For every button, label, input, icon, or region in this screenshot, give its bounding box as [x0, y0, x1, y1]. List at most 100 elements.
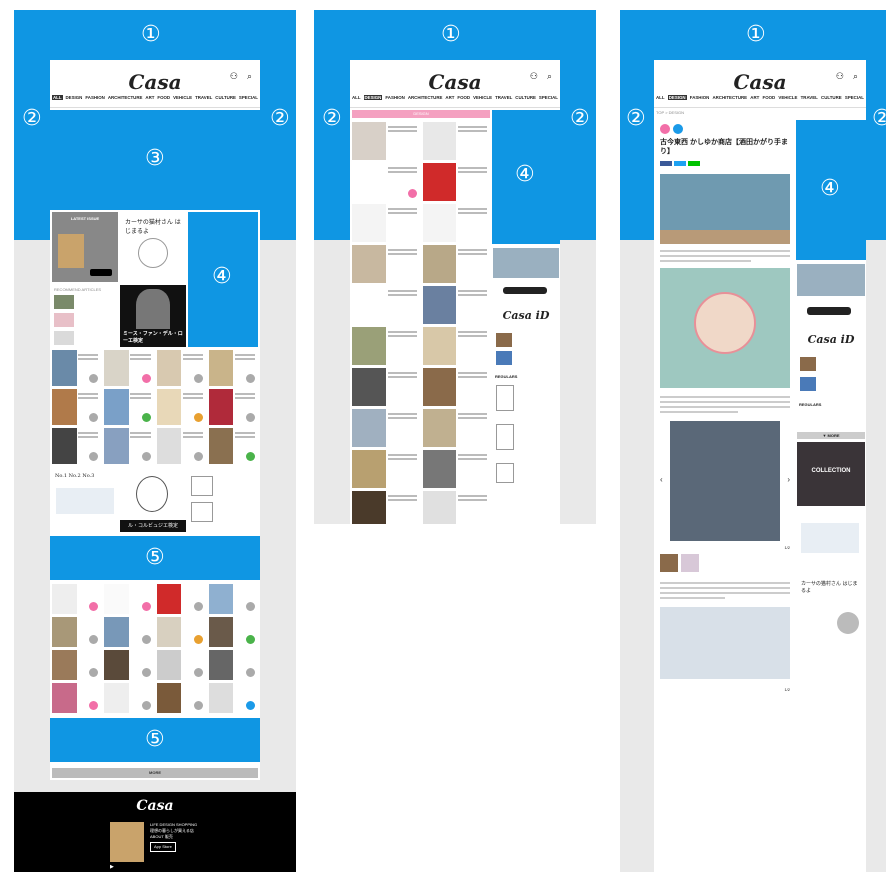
nekomura-promo-card[interactable]: カーサの猫村さん はじまるよ — [797, 576, 865, 640]
sidebar-photo[interactable] — [797, 264, 865, 296]
footer-play-icon[interactable]: ▶ — [110, 864, 114, 870]
nav-item-vehicle[interactable]: VEHICLE — [173, 95, 192, 100]
nav-item-all[interactable]: ALL — [656, 95, 665, 100]
sketch-article-card[interactable] — [188, 470, 258, 532]
article-card[interactable] — [422, 204, 490, 242]
article-card[interactable] — [352, 450, 420, 488]
feed-card[interactable] — [52, 584, 102, 614]
feed-card[interactable] — [208, 617, 258, 647]
nav-item-fashion[interactable]: FASHION — [385, 95, 405, 100]
nav-item-architecture[interactable]: ARCHITECTURE — [712, 95, 747, 100]
category-tab[interactable]: DESIGN — [352, 110, 490, 118]
article-card[interactable] — [352, 122, 420, 160]
feed-card[interactable] — [104, 617, 154, 647]
nav-item-vehicle[interactable]: VEHICLE — [473, 95, 492, 100]
category-badge[interactable] — [673, 124, 683, 134]
feed-card[interactable] — [156, 650, 206, 680]
article-card[interactable] — [422, 163, 490, 201]
regular-card[interactable] — [493, 459, 559, 489]
nav-item-food[interactable]: FOOD — [457, 95, 470, 100]
app-store-badge[interactable] — [90, 269, 112, 276]
feed-card[interactable] — [208, 650, 258, 680]
nav-item-food[interactable]: FOOD — [157, 95, 170, 100]
gallery-thumb[interactable] — [681, 553, 699, 572]
corbu-promo-card[interactable]: ル・コルビュジエ検定 — [120, 470, 186, 532]
nav-item-design[interactable]: DESIGN — [363, 94, 383, 100]
article-card[interactable] — [422, 491, 490, 524]
recommend-thumb[interactable] — [54, 295, 74, 309]
casa-id-card[interactable]: Casa iD — [493, 309, 559, 369]
recommend-thumb[interactable] — [54, 331, 74, 345]
article-card[interactable] — [352, 491, 420, 524]
nav-item-food[interactable]: FOOD — [763, 95, 776, 100]
nav-item-travel[interactable]: TRAVEL — [801, 95, 818, 100]
ranking-promo-card[interactable] — [797, 509, 865, 573]
login-icon[interactable]: ⚇ — [230, 72, 238, 82]
ranking-promo-card[interactable]: No.1 No.2 No.3 — [52, 470, 118, 532]
twitter-share-button[interactable] — [674, 160, 686, 166]
more-button[interactable]: MORE — [52, 768, 258, 778]
facebook-share-button[interactable] — [660, 160, 672, 166]
sidebar-more-button[interactable]: ▼ MORE — [797, 432, 865, 439]
nav-item-all[interactable]: ALL — [52, 94, 63, 100]
article-card[interactable] — [52, 350, 102, 386]
collection-card[interactable]: COLLECTION — [797, 442, 865, 506]
feed-card[interactable] — [156, 683, 206, 713]
breadcrumb[interactable]: TOP > DESIGN — [656, 110, 684, 115]
casa-id-card[interactable]: Casa iD — [797, 333, 865, 397]
nav-item-travel[interactable]: TRAVEL — [195, 95, 212, 100]
nav-item-culture[interactable]: CULTURE — [215, 95, 236, 100]
mies-promo-card[interactable]: ミース・ファン・デル・ローエ検定 — [120, 285, 186, 347]
article-card[interactable] — [422, 286, 490, 324]
nav-item-architecture[interactable]: ARCHITECTURE — [108, 95, 143, 100]
article-card[interactable] — [422, 368, 490, 406]
article-card[interactable] — [352, 204, 420, 242]
feed-card[interactable] — [156, 617, 206, 647]
regular-card[interactable] — [797, 409, 865, 429]
search-icon[interactable]: ⌕ — [853, 72, 858, 82]
nav-item-special[interactable]: SPECIAL — [539, 95, 558, 100]
sidebar-photo[interactable] — [493, 248, 559, 278]
article-card[interactable] — [104, 350, 154, 386]
category-badge[interactable] — [660, 124, 670, 134]
login-icon[interactable]: ⚇ — [530, 72, 538, 82]
article-card[interactable] — [352, 286, 420, 324]
latest-issue-card[interactable]: LATEST ISSUE — [52, 212, 118, 282]
feed-card[interactable] — [52, 650, 102, 680]
article-card[interactable] — [352, 245, 420, 283]
nav-item-art[interactable]: ART — [445, 95, 454, 100]
article-card[interactable] — [156, 350, 206, 386]
article-card[interactable] — [208, 350, 258, 386]
article-card[interactable] — [208, 389, 258, 425]
footer-app-store-badge[interactable]: App Store — [150, 842, 176, 852]
footer-logo[interactable]: Casa — [14, 798, 296, 814]
recommend-thumb[interactable] — [54, 313, 74, 327]
article-card[interactable] — [352, 368, 420, 406]
article-card[interactable] — [156, 389, 206, 425]
feed-card[interactable] — [104, 584, 154, 614]
feed-card[interactable] — [104, 683, 154, 713]
nav-item-special[interactable]: SPECIAL — [845, 95, 864, 100]
article-card[interactable] — [52, 428, 102, 464]
gallery-thumb[interactable] — [660, 553, 678, 572]
search-icon[interactable]: ⌕ — [247, 72, 252, 82]
nav-item-special[interactable]: SPECIAL — [239, 95, 258, 100]
sunglasses-card[interactable] — [493, 281, 559, 305]
nav-item-fashion[interactable]: FASHION — [85, 95, 105, 100]
article-card[interactable] — [104, 428, 154, 464]
article-card[interactable] — [352, 409, 420, 447]
feed-card[interactable] — [208, 683, 258, 713]
nav-item-art[interactable]: ART — [750, 95, 759, 100]
nav-item-culture[interactable]: CULTURE — [515, 95, 536, 100]
nav-item-design[interactable]: DESIGN — [667, 94, 687, 100]
sunglasses-card[interactable] — [797, 299, 865, 329]
article-card[interactable] — [352, 163, 420, 201]
nav-item-travel[interactable]: TRAVEL — [495, 95, 512, 100]
feed-card[interactable] — [52, 683, 102, 713]
regular-card[interactable] — [493, 420, 559, 456]
gallery-prev-icon[interactable]: ‹ — [660, 475, 663, 484]
article-card[interactable] — [208, 428, 258, 464]
article-card[interactable] — [352, 327, 420, 365]
article-card[interactable] — [422, 450, 490, 488]
feed-card[interactable] — [104, 650, 154, 680]
